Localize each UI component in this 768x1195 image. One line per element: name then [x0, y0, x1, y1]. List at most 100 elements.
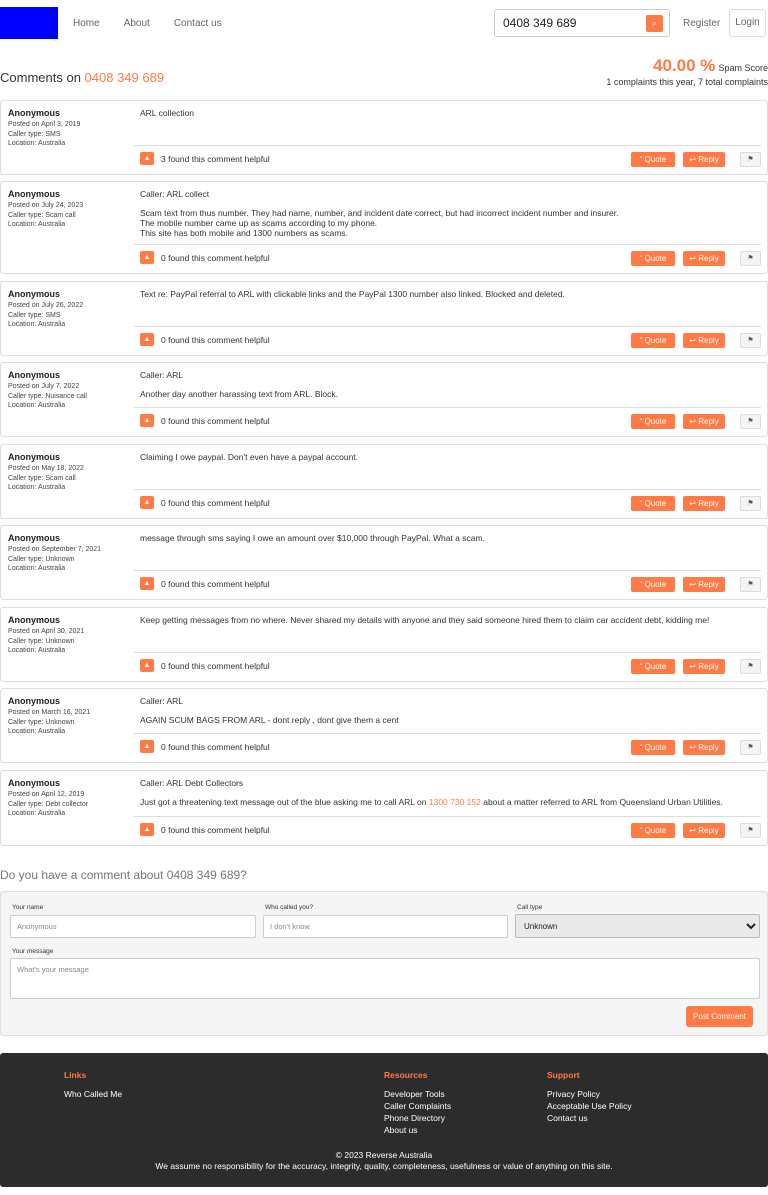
thumbs-up-icon[interactable]: ▲	[140, 152, 154, 165]
comment-author: Anonymous	[8, 452, 61, 462]
comment-date: Posted on September 7, 2021	[8, 546, 102, 553]
flag-icon[interactable]: ⚑	[740, 823, 761, 838]
quote-button[interactable]: “ Quote	[631, 659, 675, 674]
comment-meta: Anonymous Posted on March 16, 2021 Caller …	[8, 696, 128, 737]
comment-text: Text re: PayPal referral to ARL with cli…	[140, 289, 565, 299]
quote-button[interactable]: “ Quote	[631, 577, 675, 592]
comment-actions: ▲ 0 found this comment helpful “ Quote ↩ Re…	[134, 816, 761, 845]
comment-location: Location: Australia	[8, 484, 66, 491]
flag-icon[interactable]: ⚑	[740, 152, 761, 167]
thumbs-up-icon[interactable]: ▲	[140, 740, 154, 753]
comment-caller-type: Caller type: SMS	[8, 130, 61, 138]
reply-label: Reply	[698, 155, 719, 164]
comment-meta: Anonymous Posted on July 7, 2022 Caller ty…	[8, 370, 128, 411]
nav-home-link[interactable]: Home	[73, 18, 100, 29]
comment-text: Caller: ARL	[140, 696, 183, 706]
spam-score: 40.00 % Spam Score 1 complaints this yea…	[606, 56, 768, 87]
page-title-number: 0408 349 689	[84, 70, 165, 85]
call-type-select[interactable]: Unknown	[515, 914, 760, 938]
thumbs-up-icon[interactable]: ▲	[140, 823, 154, 836]
footer-link-developer-tools[interactable]: Developer Tools	[384, 1088, 451, 1100]
comment-date: Posted on April 12, 2019	[8, 791, 85, 798]
flag-icon[interactable]: ⚑	[740, 251, 761, 266]
reply-button[interactable]: ↩ Reply	[683, 251, 725, 266]
comment-actions: ▲ 0 found this comment helpful “ Quote ↩ Re…	[134, 733, 761, 762]
thumbs-up-icon[interactable]: ▲	[140, 414, 154, 427]
quote-button[interactable]: “ Quote	[631, 823, 675, 838]
search-input[interactable]	[495, 10, 635, 36]
thumbs-up-icon[interactable]: ▲	[140, 251, 154, 264]
flag-icon[interactable]: ⚑	[740, 333, 761, 348]
quote-button[interactable]: “ Quote	[631, 333, 675, 348]
quote-button[interactable]: “ Quote	[631, 740, 675, 755]
flag-icon[interactable]: ⚑	[740, 659, 761, 674]
nav-about-link[interactable]: About	[124, 18, 150, 29]
message-label: Your message	[12, 948, 54, 955]
site-logo[interactable]	[0, 7, 58, 39]
reply-label: Reply	[698, 826, 719, 835]
reply-label: Reply	[698, 254, 719, 263]
reply-button[interactable]: ↩ Reply	[683, 333, 725, 348]
reply-icon: ↩	[689, 826, 699, 835]
quote-button[interactable]: “ Quote	[631, 152, 675, 167]
login-button[interactable]: Login	[729, 9, 766, 37]
quote-label: Quote	[644, 336, 667, 345]
name-field[interactable]	[10, 915, 256, 938]
flag-icon[interactable]: ⚑	[740, 577, 761, 592]
register-link[interactable]: Register	[683, 18, 720, 29]
footer-link-acceptable-use[interactable]: Acceptable Use Policy	[547, 1100, 632, 1112]
flag-icon[interactable]: ⚑	[740, 740, 761, 755]
comment-caller-type: Caller type: Unknown	[8, 555, 75, 563]
caller-field[interactable]	[263, 915, 508, 938]
footer-link-privacy-policy[interactable]: Privacy Policy	[547, 1088, 632, 1100]
footer-support-title: Support	[547, 1070, 580, 1080]
footer-link-phone-directory[interactable]: Phone Directory	[384, 1112, 451, 1124]
reply-button[interactable]: ↩ Reply	[683, 152, 725, 167]
comment-location: Location: Australia	[8, 321, 66, 328]
thumbs-up-icon[interactable]: ▲	[140, 659, 154, 672]
helpful-count: 0 found this comment helpful	[161, 416, 270, 426]
thumbs-up-icon[interactable]: ▲	[140, 496, 154, 509]
flag-icon[interactable]: ⚑	[740, 496, 761, 511]
helpful-count: 0 found this comment helpful	[161, 579, 270, 589]
reply-button[interactable]: ↩ Reply	[683, 496, 725, 511]
quote-label: Quote	[644, 254, 667, 263]
reply-button[interactable]: ↩ Reply	[683, 659, 725, 674]
comment-author: Anonymous	[8, 289, 61, 299]
comment-card: Anonymous Posted on September 7, 2021 Call…	[0, 525, 768, 600]
reply-label: Reply	[698, 580, 719, 589]
quote-button[interactable]: “ Quote	[631, 251, 675, 266]
message-field[interactable]	[10, 958, 760, 999]
thumbs-up-icon[interactable]: ▲	[140, 577, 154, 590]
comment-actions: ▲ 0 found this comment helpful “ Quote ↩ Re…	[134, 652, 761, 681]
quote-button[interactable]: “ Quote	[631, 414, 675, 429]
comment-date: Posted on July 7, 2022	[8, 383, 80, 390]
quote-button[interactable]: “ Quote	[631, 496, 675, 511]
nav-contact-link[interactable]: Contact us	[174, 18, 222, 29]
caller-label: Who called you?	[265, 904, 314, 911]
comment-meta: Anonymous Posted on April 3, 2019 Caller t…	[8, 108, 128, 149]
comment-author: Anonymous	[8, 189, 61, 199]
page-title: Comments on 0408 349 689	[0, 70, 164, 85]
reply-button[interactable]: ↩ Reply	[683, 740, 725, 755]
footer-link-who-called-me[interactable]: Who Called Me	[64, 1088, 122, 1100]
comment-spacer	[140, 706, 757, 715]
footer-link-about-us[interactable]: About us	[384, 1124, 451, 1136]
quote-label: Quote	[644, 417, 667, 426]
flag-icon[interactable]: ⚑	[740, 414, 761, 429]
reply-button[interactable]: ↩ Reply	[683, 577, 725, 592]
footer-resources-column: Resources Developer Tools Caller Complai…	[384, 1070, 451, 1136]
footer-links-column: Links Who Called Me	[64, 1070, 122, 1100]
footer-link-contact-us[interactable]: Contact us	[547, 1112, 632, 1124]
quote-label: Quote	[644, 662, 667, 671]
comment-date: Posted on July 26, 2022	[8, 302, 84, 309]
search-icon[interactable]: ⌕	[646, 15, 663, 32]
phone-number-link[interactable]: 1300 730 152	[429, 797, 481, 807]
post-comment-button[interactable]: Post Comment	[686, 1006, 753, 1027]
reply-button[interactable]: ↩ Reply	[683, 414, 725, 429]
disclaimer-text: We assume no responsibility for the accu…	[155, 1161, 613, 1171]
site-header: Home About Contact us ⌕ Register Login	[0, 0, 768, 46]
reply-button[interactable]: ↩ Reply	[683, 823, 725, 838]
footer-link-caller-complaints[interactable]: Caller Complaints	[384, 1100, 451, 1112]
thumbs-up-icon[interactable]: ▲	[140, 333, 154, 346]
